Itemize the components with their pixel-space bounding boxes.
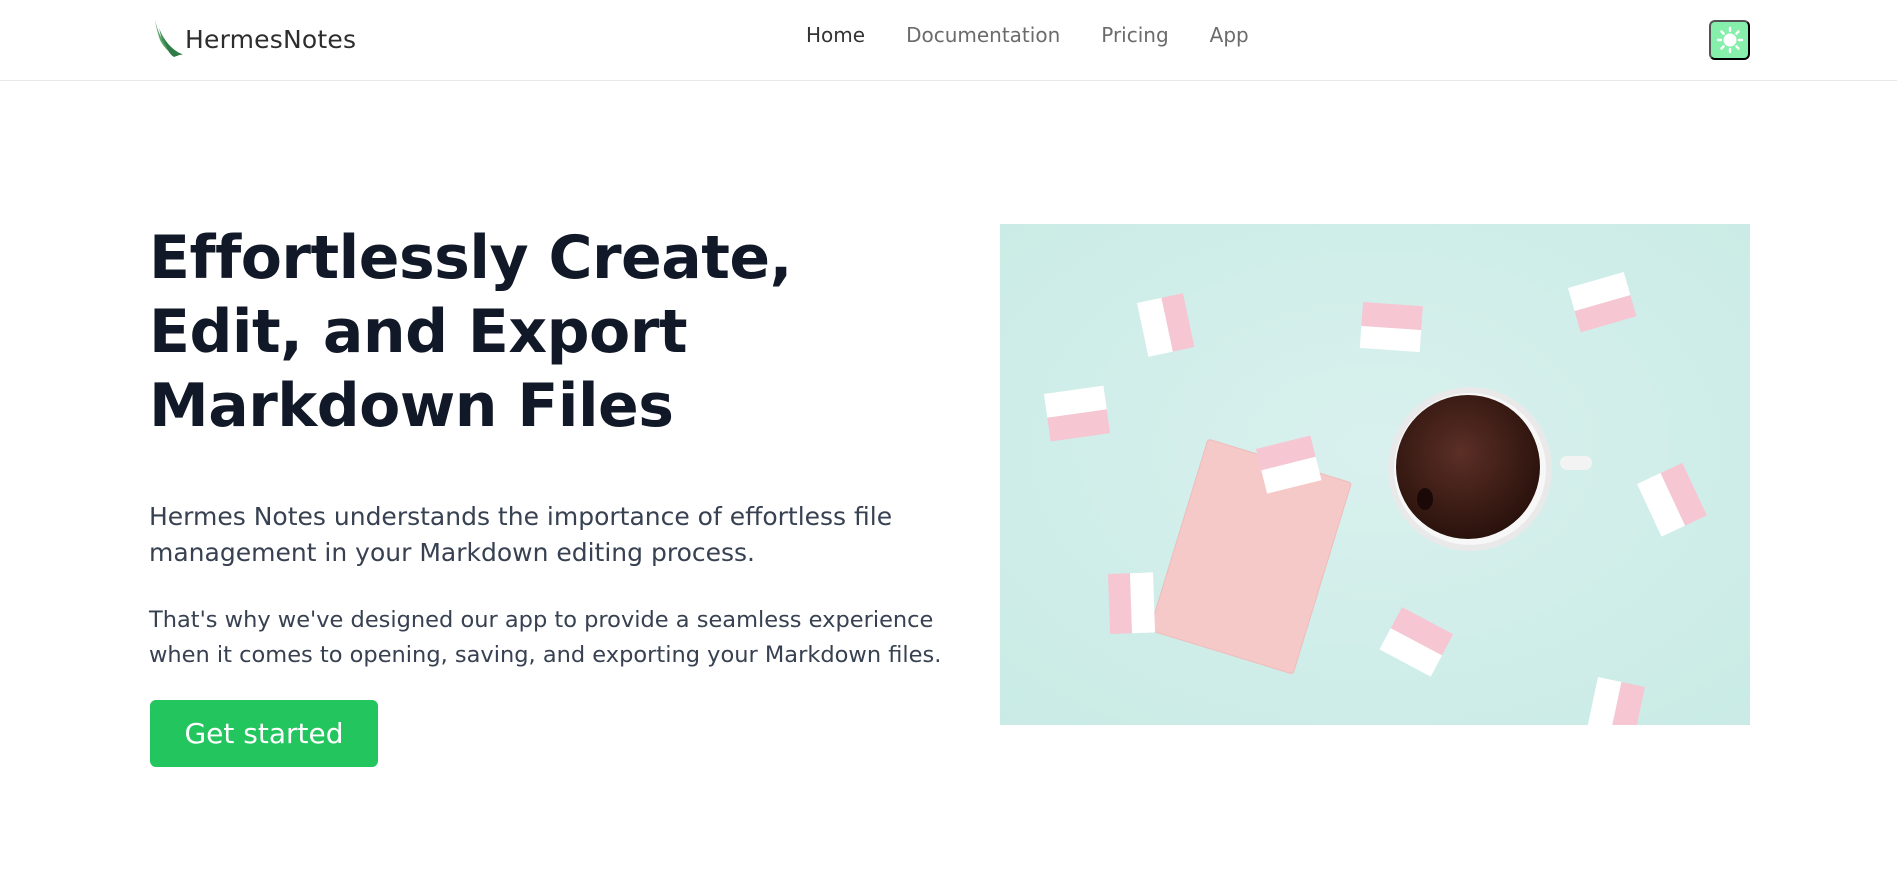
sun-icon xyxy=(1716,26,1743,54)
get-started-button[interactable]: Get started xyxy=(150,700,378,767)
hero-title: Effortlessly Create, Edit, and Export Ma… xyxy=(149,223,792,441)
nav-link-home[interactable]: Home xyxy=(806,22,865,48)
hero-image xyxy=(1000,224,1750,725)
main-nav: Home Documentation Pricing App xyxy=(806,22,1290,48)
nav-link-documentation[interactable]: Documentation xyxy=(906,22,1060,48)
wing-logo-icon xyxy=(155,20,183,57)
theme-toggle-button[interactable] xyxy=(1709,20,1750,60)
site-header: HermesNotes Home Documentation Pricing A… xyxy=(0,0,1897,81)
nav-link-pricing[interactable]: Pricing xyxy=(1101,22,1168,48)
hero-paragraph-1: Hermes Notes understands the importance … xyxy=(149,502,893,567)
brand-logo[interactable]: HermesNotes xyxy=(152,18,356,60)
brand-name: HermesNotes xyxy=(185,24,357,54)
nav-link-app[interactable]: App xyxy=(1210,22,1249,48)
hero-paragraph-2: That's why we've designed our app to pro… xyxy=(149,607,942,668)
